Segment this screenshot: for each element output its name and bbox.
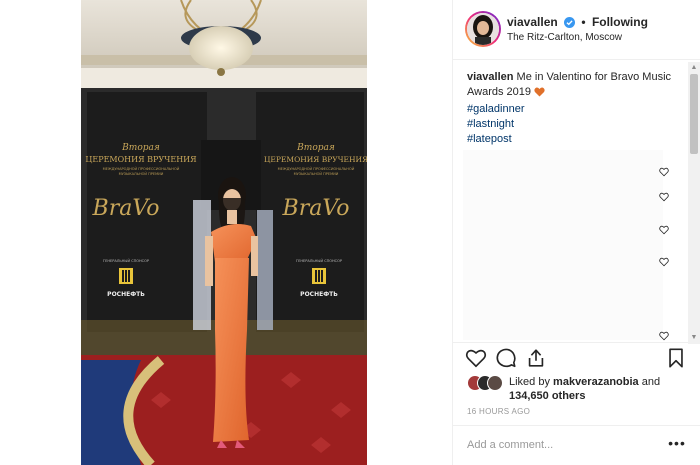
banner-right-line2: ЦЕРЕМОНИЯ ВРУЧЕНИЯ: [264, 155, 367, 164]
header-username[interactable]: viavallen: [507, 15, 558, 29]
banner-left-line2: ЦЕРЕМОНИЯ ВРУЧЕНИЯ: [85, 155, 197, 164]
likes-joiner: and: [641, 376, 661, 388]
share-button[interactable]: [525, 347, 547, 369]
more-options-icon[interactable]: •••: [667, 436, 687, 454]
photo-illustration: Вторая ЦЕРЕМОНИЯ ВРУЧЕНИЯ МЕЖДУНАРОДНОЙ …: [81, 0, 367, 465]
liker-avatars[interactable]: [467, 375, 509, 391]
banner-right-brand: BraVo: [282, 196, 350, 221]
comment-like-icon[interactable]: [659, 257, 669, 267]
banner-right-line3: МЕЖДУНАРОДНОЙ ПРОФЕССИОНАЛЬНОЙ: [278, 166, 355, 171]
comment-like-icon[interactable]: [659, 331, 669, 341]
hashtag-galadinner[interactable]: #galadinner: [467, 102, 687, 117]
comment-input[interactable]: [467, 436, 657, 454]
location-link[interactable]: The Ritz-Carlton, Moscow: [507, 32, 622, 43]
caption: viavallen Me in Valentino for Bravo Musi…: [467, 70, 687, 147]
likes-text: Liked by makverazanobia and 134,650 othe…: [509, 375, 699, 403]
avatar-image: [467, 13, 499, 45]
likes-count-link[interactable]: 134,650 others: [509, 390, 585, 402]
heart-outline-icon: [465, 349, 487, 368]
separator-dot: •: [581, 15, 586, 29]
comment-like-icon[interactable]: [659, 225, 669, 235]
avatar[interactable]: [465, 11, 501, 47]
bookmark-icon: [669, 348, 683, 368]
banner-left-brand: BraVo: [92, 196, 160, 221]
user-line: viavallen • Following: [507, 15, 648, 31]
blurred-comments: [463, 150, 663, 340]
banner-left-line4: МУЗЫКАЛЬНОЙ ПРЕМИИ: [119, 171, 164, 176]
verified-badge-icon: [564, 17, 576, 31]
scroll-down-arrow-icon[interactable]: ▼: [690, 334, 698, 342]
banner-left-sponsor-name: РОСНЕФТЬ: [107, 291, 145, 298]
add-comment-bar: •••: [453, 425, 700, 465]
likes-prefix: Liked by: [509, 376, 550, 388]
save-button[interactable]: [665, 347, 687, 369]
post-side-panel: viavallen • Following The Ritz-Carlton, …: [452, 0, 700, 465]
liker-avatar: [487, 375, 503, 391]
share-arrow-icon: [528, 349, 544, 367]
comments-scrollbar[interactable]: ▲ ▼: [688, 62, 700, 344]
post-timestamp[interactable]: 16 HOURS AGO: [467, 407, 530, 416]
post-photo[interactable]: Вторая ЦЕРЕМОНИЯ ВРУЧЕНИЯ МЕЖДУНАРОДНОЙ …: [81, 0, 367, 465]
rosneft-logo-left-icon: [119, 268, 133, 284]
comment-button[interactable]: [495, 347, 517, 369]
banner-right-line4: МУЗЫКАЛЬНОЙ ПРЕМИИ: [294, 171, 339, 176]
banner-left-sponsor: ГЕНЕРАЛЬНЫЙ СПОНСОР: [103, 258, 149, 263]
comments-area: viavallen Me in Valentino for Bravo Musi…: [453, 60, 700, 342]
comment-bubble-icon: [496, 348, 516, 368]
banner-left-line3: МЕЖДУНАРОДНОЙ ПРОФЕССИОНАЛЬНОЙ: [103, 166, 180, 171]
rosneft-logo-right-icon: [312, 268, 326, 284]
post-container: Вторая ЦЕРЕМОНИЯ ВРУЧЕНИЯ МЕЖДУНАРОДНОЙ …: [0, 0, 700, 465]
banner-right-line1: Вторая: [296, 143, 335, 153]
banner-right-sponsor: ГЕНЕРАЛЬНЫЙ СПОНСОР: [296, 258, 342, 263]
hashtag-lastnight[interactable]: #lastnight: [467, 117, 687, 132]
orange-heart-emoji-icon: [534, 87, 545, 102]
banner-left-line1: Вторая: [121, 143, 160, 153]
banner-right-sponsor-name: РОСНЕФТЬ: [300, 291, 338, 298]
scroll-up-arrow-icon[interactable]: ▲: [690, 64, 698, 72]
following-button[interactable]: Following: [592, 15, 648, 29]
comment-like-icon[interactable]: [659, 192, 669, 202]
comment-like-icon[interactable]: [659, 167, 669, 177]
hashtag-latepost[interactable]: #latepost: [467, 132, 687, 147]
caption-username[interactable]: viavallen: [467, 71, 513, 83]
scroll-thumb[interactable]: [690, 74, 698, 154]
liked-by-username[interactable]: makverazanobia: [553, 376, 639, 388]
post-header: viavallen • Following The Ritz-Carlton, …: [453, 0, 700, 60]
like-button[interactable]: [465, 347, 487, 369]
likes-section: Liked by makverazanobia and 134,650 othe…: [467, 373, 697, 403]
action-bar: [453, 342, 700, 372]
